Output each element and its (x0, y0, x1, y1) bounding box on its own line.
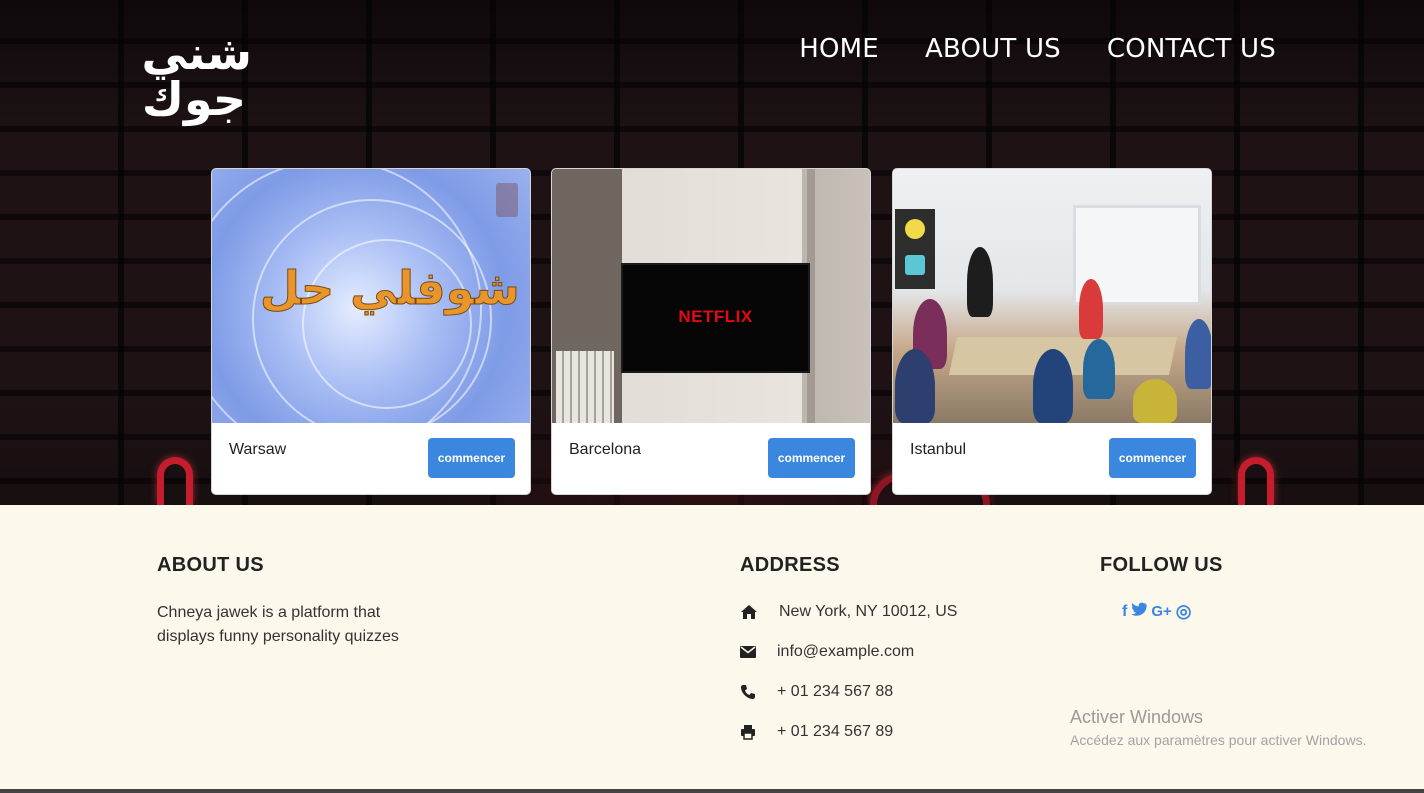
card-title: Warsaw (229, 441, 287, 458)
google-plus-icon[interactable]: G+ (1151, 603, 1171, 620)
about-text: Chneya jawek is a platform that displays… (157, 604, 399, 645)
netflix-logo: NETFLIX (678, 307, 753, 326)
windows-activation-title: Activer Windows (1070, 707, 1204, 727)
hero-section: شني جوك HOME ABOUT US CONTACT US شوفلي ح… (0, 0, 1424, 505)
bottom-scrollbar[interactable] (0, 789, 1424, 793)
quiz-card: Istanbul commencer (892, 168, 1212, 495)
person (1083, 339, 1115, 399)
nav-about-us[interactable]: ABOUT US (925, 34, 1061, 64)
facebook-icon[interactable]: f (1122, 603, 1127, 621)
start-button[interactable]: commencer (768, 438, 855, 478)
cube-icon (905, 255, 925, 275)
quiz-card: شوفلي حل Warsaw commencer (211, 168, 531, 495)
radiator (556, 351, 614, 423)
nav-contact-us[interactable]: CONTACT US (1107, 34, 1276, 64)
email-row: info@example.com (740, 643, 914, 661)
printer-icon (740, 723, 777, 741)
address-text: New York, NY 10012, US (779, 603, 958, 620)
home-icon (740, 603, 777, 621)
nav-home[interactable]: HOME (799, 34, 879, 64)
card-title: Barcelona (569, 441, 642, 458)
person (1185, 319, 1211, 389)
follow-title: FOLLOW US (1100, 554, 1223, 576)
phone-icon (740, 683, 777, 701)
address-row: New York, NY 10012, US (740, 603, 957, 621)
person (1133, 379, 1177, 423)
card-image: NETFLIX (552, 169, 870, 423)
channel-logo-icon (496, 183, 518, 217)
envelope-icon (740, 643, 777, 661)
wall-poster (895, 209, 935, 289)
card-title: Istanbul (910, 441, 967, 458)
person (967, 247, 993, 317)
image-caption: شوفلي حل (260, 261, 521, 316)
fax-row: + 01 234 567 89 (740, 723, 893, 741)
person (895, 349, 935, 423)
person (1033, 349, 1073, 423)
smiley-icon (905, 219, 925, 239)
start-button[interactable]: commencer (428, 438, 515, 478)
neon-sign-decoration (157, 457, 193, 505)
neon-sign-decoration (1238, 457, 1274, 505)
start-button[interactable]: commencer (1109, 438, 1196, 478)
tv-screen: NETFLIX (621, 263, 810, 373)
about-title: ABOUT US (157, 554, 264, 576)
social-links: f G+ ◎ (1122, 601, 1191, 622)
phone-row: + 01 234 567 88 (740, 683, 893, 701)
main-nav: HOME ABOUT US CONTACT US (799, 34, 1276, 64)
logo-line-1: شني (141, 26, 252, 80)
email-text[interactable]: info@example.com (777, 643, 914, 661)
card-image: شوفلي حل (212, 169, 530, 423)
phone-text[interactable]: + 01 234 567 88 (777, 683, 893, 701)
card-image (893, 169, 1211, 423)
person (1079, 279, 1103, 339)
quiz-card: NETFLIX Barcelona commencer (551, 168, 871, 495)
logo-line-2: جوك (141, 72, 246, 126)
windows-activation-text: Accédez aux paramètres pour activer Wind… (1070, 732, 1367, 748)
site-logo[interactable]: شني جوك (126, 30, 252, 130)
fax-text[interactable]: + 01 234 567 89 (777, 723, 893, 741)
twitter-icon[interactable] (1131, 602, 1147, 621)
address-title: ADDRESS (740, 554, 840, 576)
dribbble-icon[interactable]: ◎ (1176, 601, 1192, 622)
site-footer: ABOUT US Chneya jawek is a platform that… (0, 505, 1424, 790)
